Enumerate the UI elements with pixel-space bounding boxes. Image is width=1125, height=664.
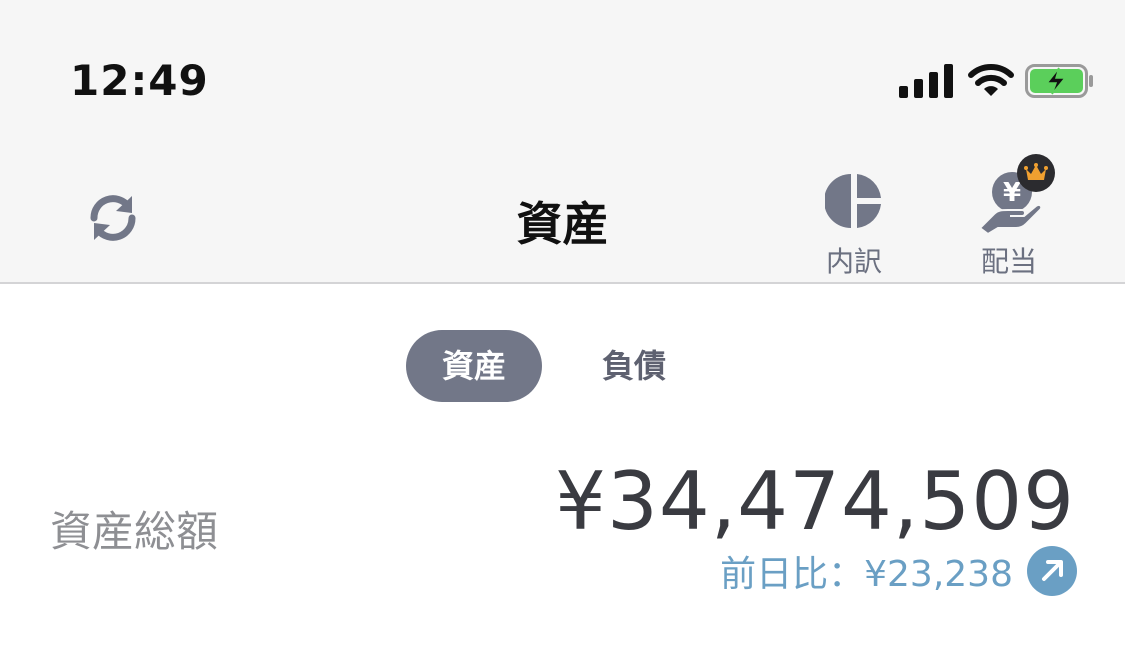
arrow-up-right-icon <box>1027 546 1077 596</box>
crown-icon <box>1024 163 1048 180</box>
breakdown-button[interactable]: 内訳 <box>804 168 904 280</box>
tab-liabilities[interactable]: 負債 <box>566 330 702 402</box>
breakdown-icon-wrap <box>804 168 904 234</box>
day-change-text: 前日比：¥23,238 <box>720 554 1013 595</box>
status-time: 12:49 <box>70 56 209 105</box>
tab-assets[interactable]: 資産 <box>406 330 543 402</box>
pie-chart-icon <box>825 174 881 228</box>
dividend-icon-wrap: ¥ <box>959 154 1059 234</box>
crown-badge <box>1017 154 1055 192</box>
dividend-label: 配当 <box>980 245 1037 278</box>
svg-text:¥: ¥ <box>1003 178 1021 208</box>
wifi-icon <box>968 64 1014 96</box>
page-title: 資産 <box>516 197 609 251</box>
battery-charging-icon <box>1025 64 1093 98</box>
day-change-row[interactable]: 前日比：¥23,238 <box>720 545 1077 597</box>
asset-liability-segment: 資産 負債 <box>406 330 702 402</box>
status-bar: 12:49 <box>0 0 1125 140</box>
breakdown-label: 内訳 <box>825 245 882 278</box>
nav-bar: 資産 内訳 ¥ 配当 <box>0 140 1125 284</box>
total-assets-value: ¥34,474,509 <box>555 455 1075 548</box>
dividend-button[interactable]: ¥ 配当 <box>959 154 1059 280</box>
total-assets-label: 資産総額 <box>50 507 219 556</box>
cellular-signal-icon <box>899 64 953 98</box>
